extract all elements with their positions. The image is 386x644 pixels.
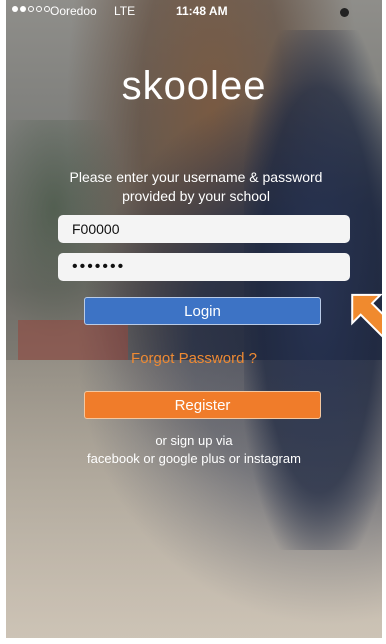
status-time: 11:48 AM: [176, 4, 228, 18]
forgot-password-link[interactable]: Forgot Password ?: [6, 350, 382, 367]
signup-line-1: or sign up via: [155, 433, 233, 448]
login-button[interactable]: Login: [84, 297, 321, 325]
login-instructions: Please enter your username & password pr…: [46, 168, 346, 206]
network-type: LTE: [114, 4, 136, 18]
social-signup-text: or sign up via facebook or google plus o…: [6, 432, 382, 468]
app-frame: Ooredoo LTE 11:48 AM skoolee Please ente…: [0, 0, 386, 644]
instructions-line-1: Please enter your username & password: [69, 169, 323, 185]
login-screen: Ooredoo LTE 11:48 AM skoolee Please ente…: [6, 0, 382, 638]
battery-icon: [340, 8, 349, 17]
status-bar: Ooredoo LTE 11:48 AM: [6, 0, 382, 24]
username-field[interactable]: F00000: [58, 215, 350, 243]
signup-line-2[interactable]: facebook or google plus or instagram: [6, 450, 382, 468]
carrier-name: Ooredoo: [50, 4, 97, 18]
app-logo: skoolee: [121, 64, 267, 108]
pointer-arrow-icon: [351, 293, 382, 338]
instructions-line-2: provided by your school: [122, 188, 270, 204]
register-button[interactable]: Register: [84, 391, 321, 419]
password-field[interactable]: •••••••: [58, 253, 350, 281]
signal-strength-icon: [12, 6, 50, 12]
